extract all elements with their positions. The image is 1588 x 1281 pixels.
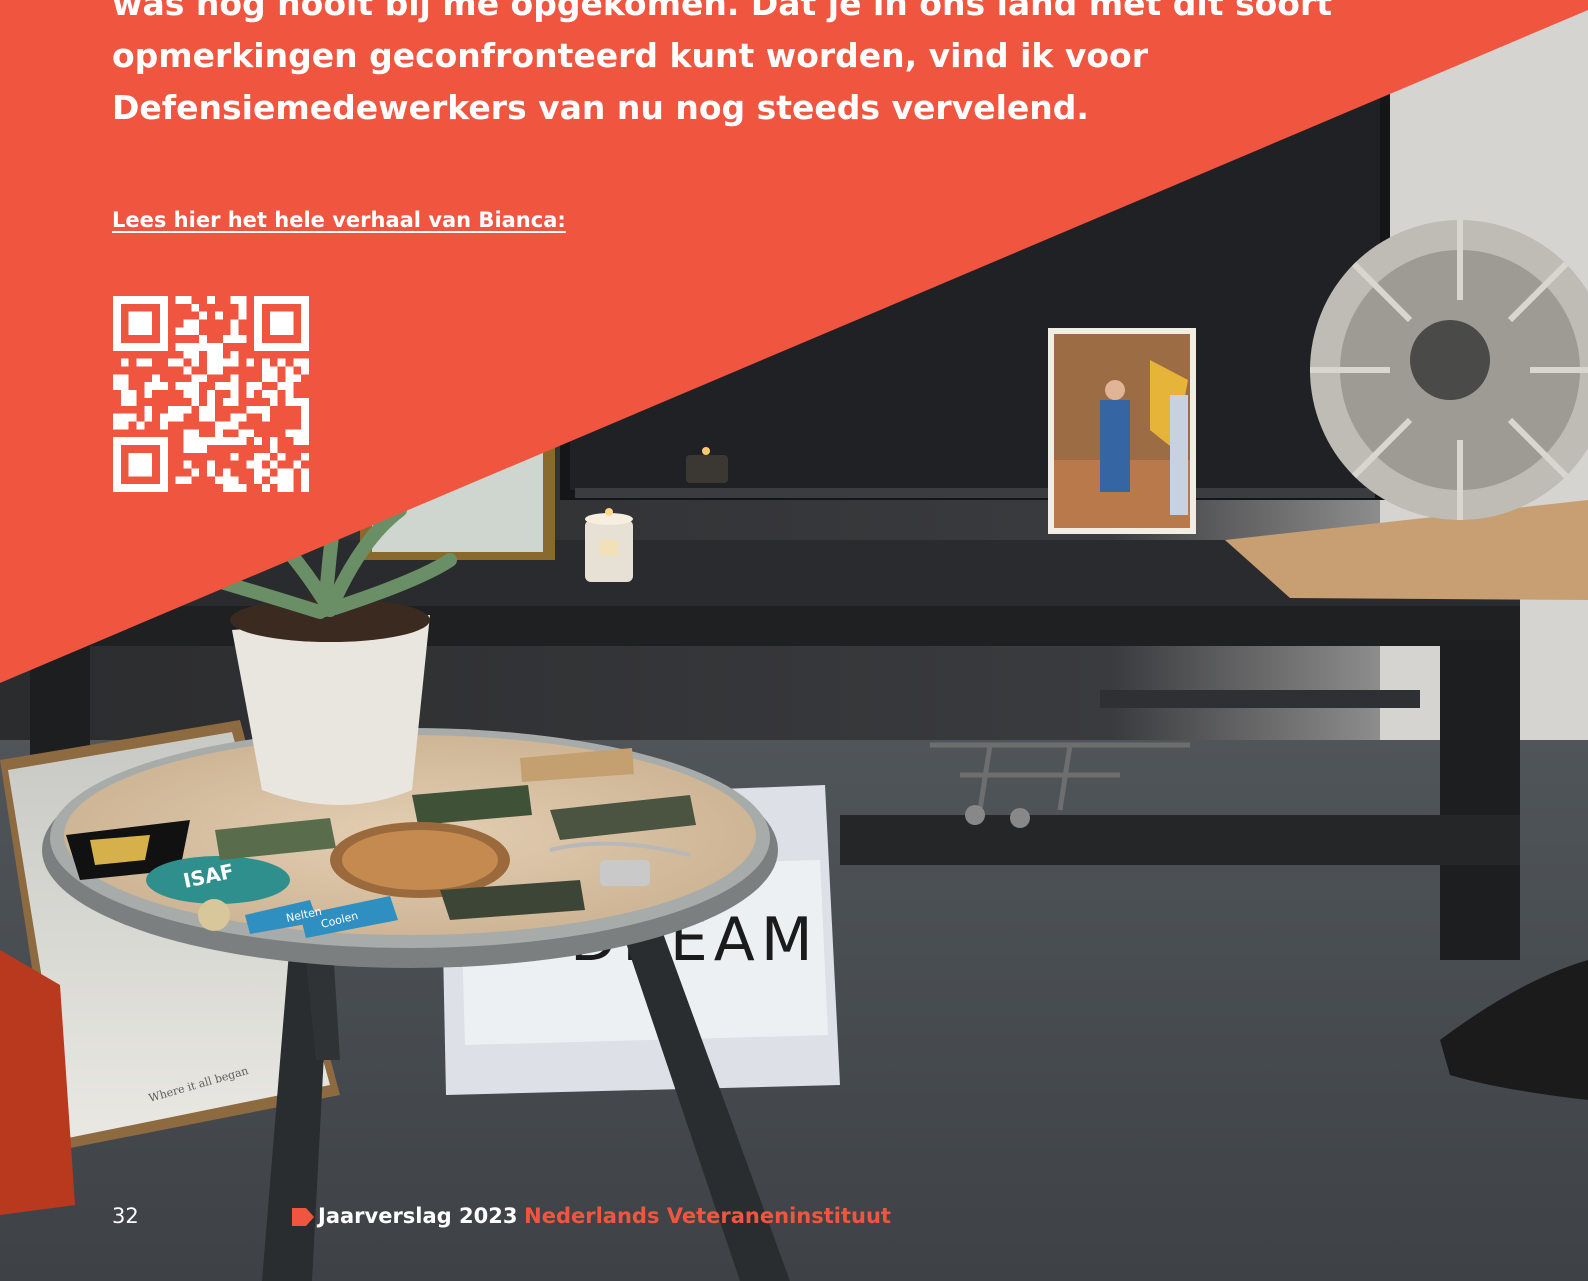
quote-line: opmerkingen geconfronteerd kunt worden, …: [112, 36, 1148, 75]
report-title: Jaarverslag 2023 Nederlands Veteranenins…: [318, 1204, 891, 1228]
page-number: 32: [112, 1204, 139, 1228]
report-title-year: Jaarverslag 2023: [318, 1204, 518, 1228]
organization-name: Nederlands Veteraneninstituut: [524, 1204, 891, 1228]
quote-text: was nog nooit bij me opgekomen. Dat je i…: [112, 0, 1333, 134]
qr-code-icon[interactable]: [112, 296, 310, 492]
accent-panel: [0, 0, 1588, 683]
page-footer: 32 Jaarverslag 2023 Nederlands Veteranen…: [0, 1200, 1588, 1234]
quote-line: was nog nooit bij me opgekomen. Dat je i…: [112, 0, 1333, 23]
page: Where it all began DREAM ISAF Nelten Coo…: [0, 0, 1588, 1281]
read-story-link[interactable]: Lees hier het hele verhaal van Bianca:: [112, 208, 566, 232]
quote-line: Defensiemedewerkers van nu nog steeds ve…: [112, 88, 1089, 127]
tag-icon: [292, 1208, 314, 1226]
